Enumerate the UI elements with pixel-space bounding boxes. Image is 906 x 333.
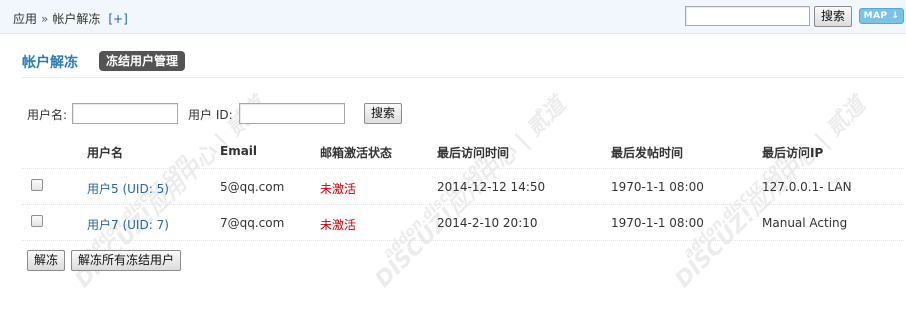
last-ip-cell: Manual Acting <box>762 216 848 230</box>
top-search-input[interactable] <box>685 6 810 26</box>
username-label: 用户名: <box>27 108 68 122</box>
breadcrumb-current: 帐户解冻 <box>52 12 101 26</box>
column-header: 最后发帖时间 <box>611 146 684 160</box>
row-checkbox[interactable] <box>31 215 43 227</box>
breadcrumb: 应用 » 帐户解冻 [+] <box>13 10 128 27</box>
top-search-button[interactable]: 搜索 <box>814 6 853 27</box>
breadcrumb-separator: » <box>41 12 49 26</box>
unfreeze-all-button[interactable]: 解冻所有冻结用户 <box>71 250 182 271</box>
page-title[interactable]: 帐户解冻 <box>22 52 78 72</box>
column-header: 用户名 <box>87 146 124 160</box>
last-post-cell: 1970-1-1 08:00 <box>611 180 704 194</box>
title-divider <box>22 77 904 78</box>
email-cell: 5@qq.com <box>220 180 285 194</box>
last-visit-cell: 2014-12-12 14:50 <box>437 180 546 194</box>
last-ip-cell: 127.0.0.1- LAN <box>762 180 852 194</box>
column-header: 邮箱激活状态 <box>320 146 393 160</box>
breadcrumb-root[interactable]: 应用 <box>13 12 37 26</box>
column-header: 最后访问IP <box>762 146 824 160</box>
row-checkbox[interactable] <box>31 179 43 191</box>
status-cell: 未激活 <box>320 218 357 232</box>
last-post-cell: 1970-1-1 08:00 <box>611 216 704 230</box>
map-button[interactable]: MAP ↓ <box>859 8 904 24</box>
unfreeze-button[interactable]: 解冻 <box>27 250 66 271</box>
table-row: 用户5 (UID: 5) 5@qq.com 未激活 2014-12-12 14:… <box>22 169 904 205</box>
frozen-users-tab[interactable]: 冻结用户管理 <box>99 51 186 71</box>
top-bar: 应用 » 帐户解冻 [+] 搜索 MAP ↓ <box>0 0 906 34</box>
email-cell: 7@qq.com <box>220 216 285 230</box>
last-visit-cell: 2014-2-10 20:10 <box>437 216 538 230</box>
add-shortcut-link[interactable]: [+] <box>108 12 127 26</box>
table-header-row: 用户名 Email 邮箱激活状态 最后访问时间 最后发帖时间 最后访问IP <box>22 131 904 169</box>
username-input[interactable] <box>72 103 178 124</box>
username-link[interactable]: 用户7 (UID: 7) <box>87 216 169 233</box>
status-cell: 未激活 <box>320 182 357 196</box>
username-link[interactable]: 用户5 (UID: 5) <box>87 180 169 197</box>
column-header: Email <box>220 144 258 158</box>
uid-input[interactable] <box>239 103 345 124</box>
column-header: 最后访问时间 <box>437 146 510 160</box>
search-button[interactable]: 搜索 <box>364 103 403 124</box>
table-row: 用户7 (UID: 7) 7@qq.com 未激活 2014-2-10 20:1… <box>22 205 904 241</box>
uid-label: 用户 ID: <box>188 108 233 122</box>
